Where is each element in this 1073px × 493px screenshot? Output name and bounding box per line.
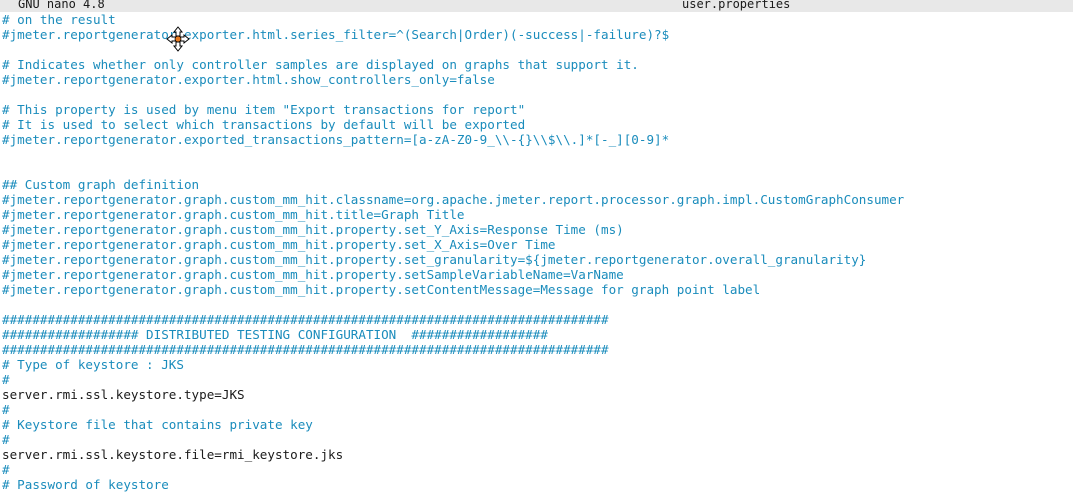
editor-app-name: GNU nano 4.8: [18, 0, 105, 11]
nano-title-bar: GNU nano 4.8 user.properties: [0, 0, 1073, 12]
editor-line[interactable]: # Keystore file that contains private ke…: [2, 417, 313, 432]
editor-line[interactable]: # Indicates whether only controller samp…: [2, 57, 639, 72]
editor-line[interactable]: # Password of keystore: [2, 477, 169, 492]
editor-line[interactable]: #jmeter.reportgenerator.graph.custom_mm_…: [2, 282, 760, 297]
move-cursor-icon: [166, 26, 190, 52]
editor-line[interactable]: #jmeter.reportgenerator.exported_transac…: [2, 132, 669, 147]
editor-line[interactable]: #jmeter.reportgenerator.exporter.html.se…: [2, 27, 669, 42]
editor-line[interactable]: #: [2, 402, 10, 417]
editor-line[interactable]: # It is used to select which transaction…: [2, 117, 525, 132]
editor-line[interactable]: #jmeter.reportgenerator.graph.custom_mm_…: [2, 252, 866, 267]
editor-line[interactable]: #jmeter.reportgenerator.graph.custom_mm_…: [2, 267, 624, 282]
editor-line[interactable]: ########################################…: [2, 342, 609, 357]
editor-line[interactable]: #: [2, 372, 10, 387]
editor-line[interactable]: #jmeter.reportgenerator.graph.custom_mm_…: [2, 222, 624, 237]
editor-line[interactable]: ########################################…: [2, 312, 609, 327]
text-editor-area[interactable]: # on the result #jmeter.reportgenerator.e…: [0, 12, 1073, 493]
editor-line[interactable]: ## Custom graph definition: [2, 177, 199, 192]
editor-line[interactable]: #jmeter.reportgenerator.graph.custom_mm_…: [2, 192, 904, 207]
editor-line[interactable]: #jmeter.reportgenerator.graph.custom_mm_…: [2, 237, 556, 252]
editor-line[interactable]: #: [2, 432, 10, 447]
editor-line[interactable]: #jmeter.reportgenerator.graph.custom_mm_…: [2, 207, 465, 222]
editor-line[interactable]: server.rmi.ssl.keystore.type=JKS: [2, 387, 245, 402]
editor-line[interactable]: # on the result: [2, 12, 116, 27]
editor-line[interactable]: server.rmi.ssl.keystore.file=rmi_keystor…: [2, 447, 343, 462]
editor-line[interactable]: #: [2, 462, 10, 477]
editor-line[interactable]: #jmeter.reportgenerator.exporter.html.sh…: [2, 72, 495, 87]
open-file-name: user.properties: [682, 0, 791, 11]
editor-line[interactable]: # This property is used by menu item "Ex…: [2, 102, 525, 117]
editor-line[interactable]: # Type of keystore : JKS: [2, 357, 184, 372]
editor-line[interactable]: ################## DISTRIBUTED TESTING C…: [2, 327, 548, 342]
